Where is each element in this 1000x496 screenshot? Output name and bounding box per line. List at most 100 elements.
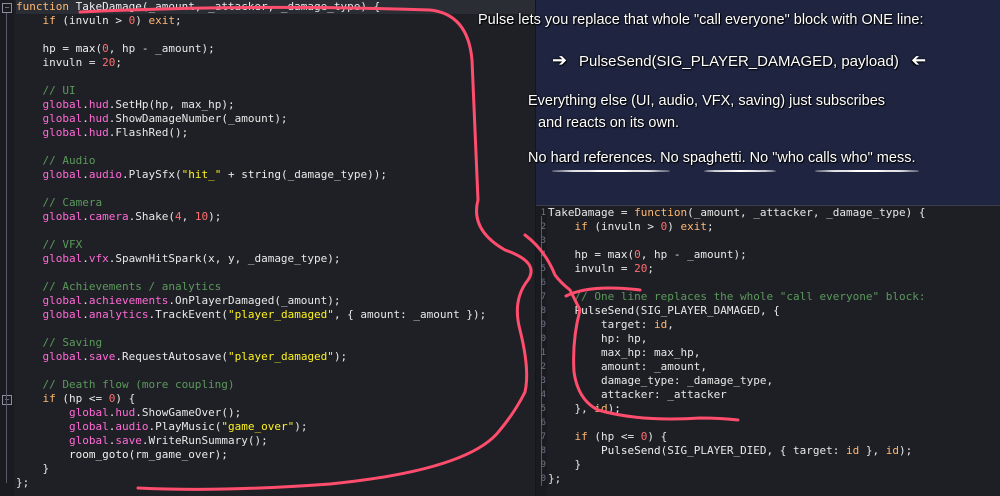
code-token: .	[82, 252, 89, 265]
code-token: global	[42, 210, 83, 223]
code-token: ,	[667, 318, 674, 331]
left-code-line: // UI	[16, 84, 535, 98]
line-number: 2	[540, 222, 546, 232]
right-code-editor[interactable]: 1 TakeDamage = function(_amount, _attacke…	[536, 205, 1000, 496]
right-code-line: 4 hp = max(0, hp - _amount);	[541, 248, 1000, 262]
code-token: hud	[115, 406, 136, 419]
right-code-line: 2 if (invuln > 0) exit;	[541, 220, 1000, 234]
code-token: save	[88, 350, 116, 363]
left-code-line: global.hud.ShowGameOver();	[16, 406, 535, 420]
code-token: ;	[647, 262, 654, 275]
code-token: // Saving	[16, 336, 103, 349]
line-number: 0	[540, 334, 546, 344]
code-token: "hit_"	[181, 168, 222, 181]
code-token: ) {	[647, 430, 668, 443]
code-token: "player_damaged"	[227, 308, 334, 321]
right-code-line: 2 amount: _amount,	[541, 360, 1000, 374]
line-number: 4	[540, 250, 546, 260]
code-token: )	[667, 220, 681, 233]
code-token: .	[82, 210, 89, 223]
code-token: global	[42, 308, 83, 321]
left-code-line	[16, 28, 535, 42]
line-number: 7	[540, 432, 546, 442]
code-token: (invuln >	[55, 14, 129, 27]
fold-guide	[6, 13, 7, 483]
left-code-line	[16, 224, 535, 238]
code-token: max	[75, 42, 96, 55]
arrow-right-icon: ➔	[552, 50, 568, 70]
code-token: ;	[115, 56, 122, 69]
code-token: exit	[148, 14, 175, 27]
right-code-line: 9 target: id,	[541, 318, 1000, 332]
code-token: // Audio	[16, 154, 96, 167]
left-code-line: global.audio.PlayMusic("game_over");	[16, 420, 535, 434]
code-token: string	[241, 168, 281, 181]
code-token: .OnPlayerDamaged(_amount);	[168, 294, 341, 307]
code-token: (invuln >	[587, 220, 661, 233]
right-code-line: 3 damage_type: _damage_type,	[541, 374, 1000, 388]
code-token: max_hp: max_hp,	[548, 346, 701, 359]
callout-code-text: PulseSend(SIG_PLAYER_DAMAGED, payload)	[578, 53, 899, 70]
code-token: };	[548, 472, 562, 485]
code-token: .	[82, 112, 89, 125]
code-token: audio	[88, 168, 122, 181]
left-code-line: global.vfx.SpawnHitSpark(x, y, _damage_t…	[16, 252, 535, 266]
code-token: // Camera	[16, 196, 103, 209]
line-number: 6	[540, 278, 546, 288]
code-token: },	[859, 444, 886, 457]
code-token: .	[82, 294, 89, 307]
code-token: 4	[174, 210, 182, 223]
right-code-lines: 1 TakeDamage = function(_amount, _attacke…	[541, 206, 1000, 486]
line-number: 3	[540, 376, 546, 386]
code-token: 20	[102, 56, 116, 69]
left-code-line: global.save.WriteRunSummary();	[16, 434, 535, 448]
code-token: if	[574, 430, 588, 443]
code-token: hud	[88, 112, 109, 125]
code-token: .	[82, 168, 89, 181]
fold-toggle-if-block[interactable]: −	[2, 395, 12, 405]
code-token: target:	[548, 318, 654, 331]
left-code-line	[16, 70, 535, 84]
code-token: "player_damaged"	[227, 350, 334, 363]
left-code-line	[16, 364, 535, 378]
code-token: ) {	[115, 392, 136, 405]
left-code-line: room_goto(rm_game_over);	[16, 448, 535, 462]
headline-text: Pulse lets you replace that whole "call …	[478, 12, 924, 28]
code-token: id	[885, 444, 900, 457]
code-token: .PlayMusic(	[148, 420, 222, 433]
right-code-line: 4 attacker: _attacker	[541, 388, 1000, 402]
code-token: id	[846, 444, 860, 457]
code-token: );	[333, 350, 348, 363]
line-number: 4	[540, 390, 546, 400]
left-code-line	[16, 322, 535, 336]
code-token: (SIG_PLAYER_DAMAGED, {	[634, 304, 780, 317]
left-code-line: global.camera.Shake(4, 10);	[16, 210, 535, 224]
code-token: , hp - _amount);	[640, 248, 747, 261]
line-number: 0	[540, 474, 546, 484]
line-number: 7	[540, 292, 546, 302]
code-token: if	[42, 392, 56, 405]
code-token: amount: _amount,	[548, 360, 707, 373]
code-token: .ShowDamageNumber(_amount);	[108, 112, 288, 125]
code-token: ,	[181, 210, 195, 223]
code-token: .FlashRed();	[108, 126, 189, 139]
left-code-line: global.audio.PlaySfx("hit_" + string(_da…	[16, 168, 535, 182]
code-token: .SpawnHitSpark(x, y, _damage_type);	[108, 252, 341, 265]
code-token: global	[42, 126, 83, 139]
right-code-line: 7 // One line replaces the whole "call e…	[541, 290, 1000, 304]
left-code-editor[interactable]: − − function TakeDamage(_amount, _attack…	[0, 0, 536, 496]
code-token: ;	[706, 220, 714, 233]
fold-toggle-function[interactable]: −	[2, 3, 12, 13]
left-code-line: if (hp <= 0) {	[16, 392, 535, 406]
code-token: +	[221, 168, 242, 181]
